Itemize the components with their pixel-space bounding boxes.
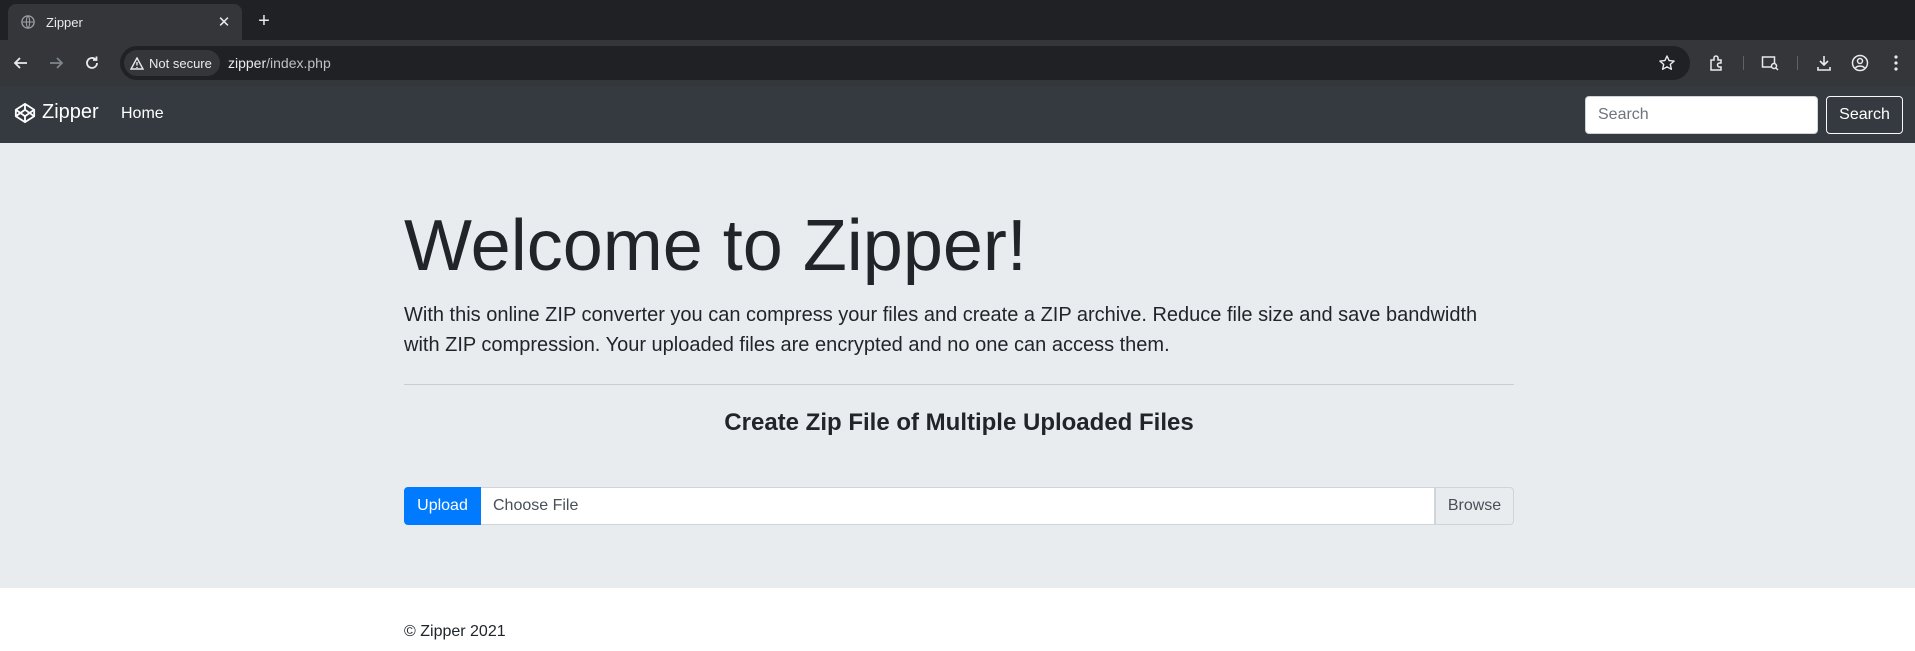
url-path: /index.php [266,55,331,71]
hero-section: Welcome to Zipper! With this online ZIP … [0,143,1915,588]
browser-tab[interactable]: Zipper ✕ [8,4,242,40]
security-label: Not secure [149,55,212,71]
section-subheading: Create Zip File of Multiple Uploaded Fil… [724,409,1194,436]
upload-form: Upload Choose File Browse [404,487,1514,525]
close-icon[interactable]: ✕ [214,12,234,32]
warning-icon [130,56,144,70]
globe-icon [20,14,36,30]
codepen-icon [14,102,36,123]
browser-tab-strip: Zipper ✕ + [0,0,1915,40]
tab-search-icon[interactable] [1758,51,1782,75]
toolbar-divider [1797,56,1798,70]
browse-button[interactable]: Browse [1435,487,1514,525]
browser-toolbar: Not secure zipper/index.php [0,40,1915,86]
search-input[interactable] [1585,96,1818,134]
kebab-menu-icon[interactable] [1884,51,1908,75]
file-input[interactable]: Choose File [481,487,1435,525]
security-chip[interactable]: Not secure [124,50,220,76]
download-icon[interactable] [1812,51,1836,75]
search-button[interactable]: Search [1826,96,1903,134]
brand-link[interactable]: Zipper [14,101,99,124]
nav-home-link[interactable]: Home [121,105,164,123]
url-host: zipper [228,55,267,71]
toolbar-divider [1743,56,1744,70]
divider [404,384,1514,385]
url-text[interactable]: zipper/index.php [228,55,331,71]
tab-title: Zipper [46,14,83,30]
reload-icon[interactable] [80,51,104,75]
lead-paragraph: With this online ZIP converter you can c… [404,304,1478,356]
extensions-icon[interactable] [1705,51,1729,75]
address-bar[interactable]: Not secure zipper/index.php [120,46,1690,80]
footer-text: © Zipper 2021 [404,623,506,640]
profile-icon[interactable] [1848,51,1872,75]
site-navbar: Zipper Home Search [0,86,1915,143]
page-title: Welcome to Zipper! [404,206,1027,286]
star-icon[interactable] [1658,54,1676,72]
brand-name: Zipper [42,101,99,123]
plus-icon[interactable]: + [252,9,276,33]
forward-arrow-icon[interactable] [44,51,68,75]
upload-button[interactable]: Upload [404,487,481,525]
back-arrow-icon[interactable] [9,51,33,75]
